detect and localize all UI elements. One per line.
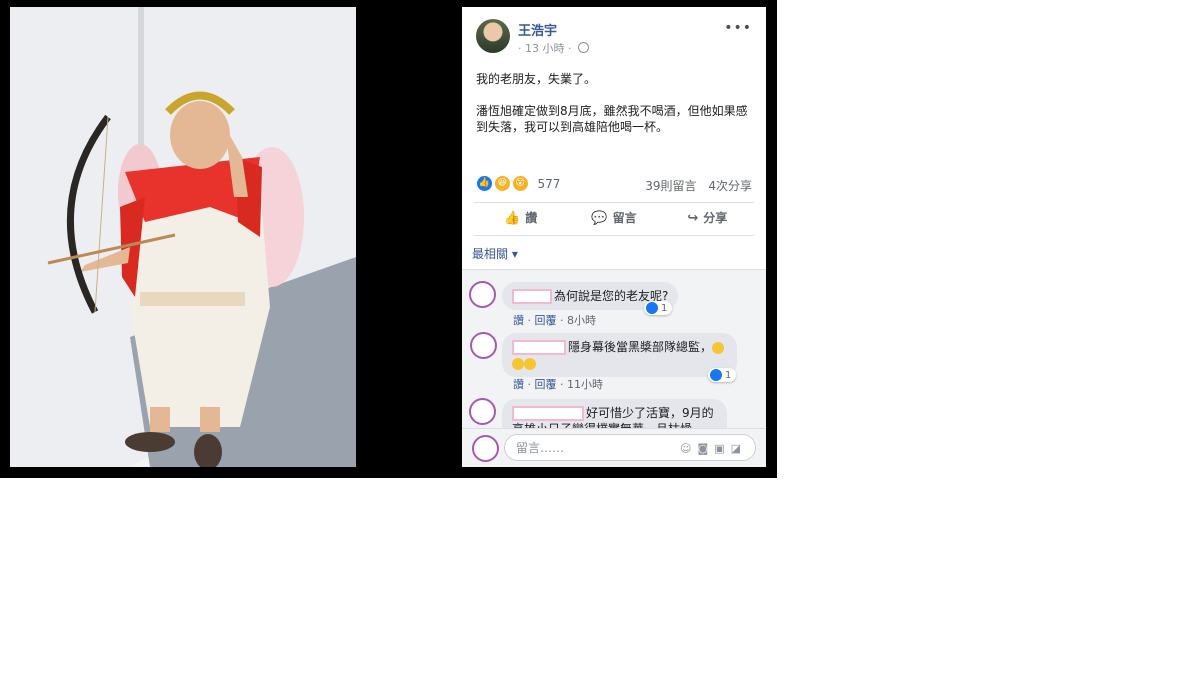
like-reaction-icon: 👍 [476,175,493,192]
comment-reply-link[interactable]: 回覆 [535,378,557,391]
reaction-count[interactable]: 577 [537,177,560,191]
globe-icon[interactable] [578,42,589,53]
comment-like-number: 1 [725,370,732,381]
share-count[interactable]: 4次分享 [708,179,752,193]
comment-like-count[interactable]: 1 [708,368,737,382]
composer-tools: ☺◙▣◪ [680,435,747,462]
thumbs-up-icon: 👍 [504,211,521,226]
post-paragraph-2: 潘恆旭確定做到8月底，雖然我不喝酒，但他如果感到失落，我可以到高雄陪他喝一杯。 [476,104,748,134]
haha-reaction-icon: 😆 [493,175,511,192]
gif-icon[interactable]: ▣ [714,435,730,462]
comment-like-count[interactable]: 1 [644,301,673,315]
post-time[interactable]: 13 小時 [525,42,565,55]
comment-bubble: 隱身幕後當黑槳部隊總監， [502,333,737,377]
share-arrow-icon: ↪ [687,211,699,226]
thinking-emoji-icon [524,357,536,370]
comment-input[interactable]: 留言…… ☺◙▣◪ [504,434,756,461]
commenter-avatar[interactable] [469,281,496,308]
comment-button[interactable]: 💬 留言 [567,203,660,235]
comment-count[interactable]: 39則留言 [645,179,696,193]
post-photo[interactable] [10,7,356,467]
like-reaction-icon [646,302,658,314]
post-meta-separator: · [518,42,522,55]
emoji-icon[interactable]: ☺ [680,435,697,462]
sort-label: 最相關 [472,247,509,261]
comment-like-number: 1 [661,303,668,314]
post-meta: · 13 小時 · [518,40,589,56]
cupid-costume-photo [10,7,356,467]
comment-label: 留言 [612,211,637,225]
redacted-name[interactable] [512,340,566,355]
action-bar: 👍 讚 💬 留言 ↪ 分享 [474,202,754,236]
comment-like-link[interactable]: 讚 [513,378,524,391]
comment-meta: 讚 · 回覆 · 8小時 [513,314,596,327]
share-button[interactable]: ↪ 分享 [661,203,754,235]
author-avatar[interactable] [476,19,510,53]
comment-time[interactable]: 11小時 [567,378,603,391]
post-meta-separator-2: · [568,42,572,55]
thinking-emoji-icon [712,341,725,354]
post-panel: 王浩宇 · 13 小時 · ••• 我的老朋友，失業了。 潘恆旭確定做到8月底，… [462,7,766,467]
post-paragraph-1: 我的老朋友，失業了。 [476,72,597,86]
comment-text: 隱身幕後當黑槳部隊總監， [568,340,713,354]
sticker-icon[interactable]: ◪ [731,435,747,462]
more-options-icon[interactable]: ••• [724,20,752,36]
comment-composer: 留言…… ☺◙▣◪ [462,428,766,467]
commenter-avatar[interactable] [470,332,497,359]
like-reaction-icon [710,369,722,381]
comment-sort-dropdown[interactable]: 最相關 ▾ [472,245,518,262]
comment-placeholder: 留言…… [516,441,565,455]
comment-time[interactable]: 8小時 [567,314,596,327]
comment-meta: 讚 · 回覆 · 11小時 [513,378,603,391]
speech-bubble-icon: 💬 [591,211,608,226]
post-text: 我的老朋友，失業了。 潘恆旭確定做到8月底，雖然我不喝酒，但他如果感到失落，我可… [476,71,756,151]
photo-viewer: 王浩宇 · 13 小時 · ••• 我的老朋友，失業了。 潘恆旭確定做到8月底，… [0,0,777,478]
camera-icon[interactable]: ◙ [698,435,715,462]
author-name[interactable]: 王浩宇 [518,20,557,39]
comment-list: 為何說是您的老友呢? 1 讚 · 回覆 · 8小時 隱身幕後當黑槳部隊總監， 1… [462,269,766,428]
like-label: 讚 [525,211,538,225]
comment-like-link[interactable]: 讚 [513,314,524,327]
post-stats: 39則留言 4次分享 [637,177,752,194]
reaction-summary[interactable]: 👍 😆 😮 577 [476,175,560,193]
like-button[interactable]: 👍 讚 [474,203,567,235]
comment-bubble: 好可惜少了活寶，9月的高雄小日子變得樸實無華，且枯燥。 [502,399,727,428]
wow-reaction-icon: 😮 [511,175,529,192]
chevron-down-icon: ▾ [511,247,518,261]
thinking-emoji-icon [512,357,524,370]
redacted-name[interactable] [512,406,584,421]
redacted-name[interactable] [512,289,552,304]
share-label: 分享 [703,211,728,225]
current-user-avatar [472,435,499,462]
comment-reply-link[interactable]: 回覆 [535,314,557,327]
commenter-avatar[interactable] [469,398,496,425]
